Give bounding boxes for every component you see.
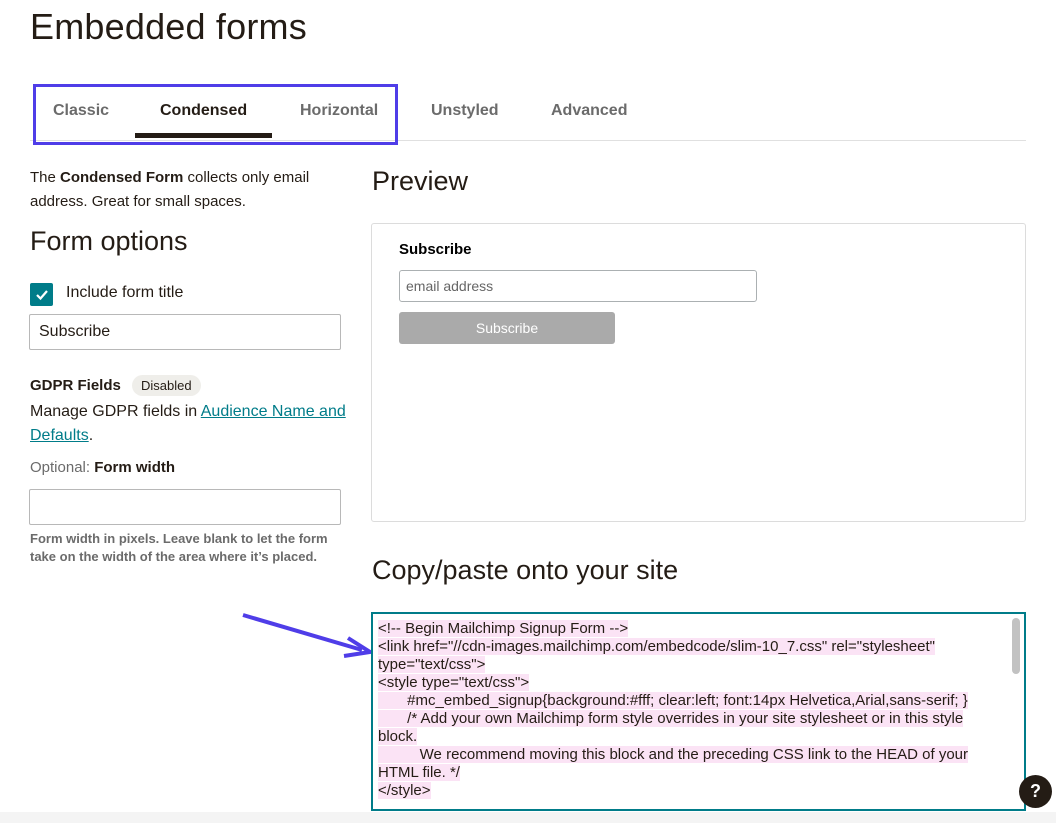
tab-unstyled[interactable]: Unstyled <box>431 102 499 120</box>
gdpr-description: Manage GDPR fields in Audience Name and … <box>30 400 350 448</box>
checkmark-icon <box>35 289 48 300</box>
preview-subscribe-button[interactable]: Subscribe <box>399 312 615 344</box>
code-scrollbar[interactable] <box>1012 618 1020 674</box>
embed-heading: Copy/paste onto your site <box>372 555 679 585</box>
gdpr-text-prefix: Manage GDPR fields in <box>30 403 201 420</box>
tab-advanced[interactable]: Advanced <box>551 102 627 120</box>
optional-prefix: Optional: <box>30 459 95 476</box>
code-line: <link href="//cdn-images.mailchimp.com/e… <box>378 638 935 673</box>
gdpr-fields-label: GDPR Fields <box>30 377 121 394</box>
include-title-checkbox[interactable] <box>30 283 53 306</box>
code-line: <style type="text/css"> <box>378 674 530 691</box>
preview-heading: Preview <box>372 166 469 196</box>
form-description: The Condensed Form collects only email a… <box>30 166 350 214</box>
form-options-heading: Form options <box>30 226 188 256</box>
footer-band <box>0 812 1056 823</box>
code-line: <!-- Begin Mailchimp Signup Form --> <box>378 620 629 637</box>
description-prefix: The <box>30 169 61 186</box>
page-title: Embedded forms <box>30 6 307 47</box>
preview-email-input[interactable]: email address <box>399 270 757 302</box>
form-width-title: Form width <box>94 459 176 476</box>
gdpr-status-badge: Disabled <box>132 375 201 396</box>
include-title-label: Include form title <box>66 284 184 301</box>
preview-panel: Subscribe email address Subscribe <box>371 223 1026 522</box>
code-line: #mc_embed_signup{background:#fff; clear:… <box>378 692 968 709</box>
gdpr-text-suffix: . <box>88 427 94 444</box>
form-width-help: Form width in pixels. Leave blank to let… <box>30 531 328 564</box>
preview-form-title: Subscribe <box>399 241 472 258</box>
annotation-highlight-box <box>33 84 398 145</box>
annotation-arrow-icon <box>242 613 375 658</box>
form-title-input[interactable]: Subscribe <box>29 314 341 350</box>
code-line: We recommend moving this block and the p… <box>378 746 968 781</box>
embed-code-textarea[interactable]: <!-- Begin Mailchimp Signup Form --> <li… <box>371 612 1026 811</box>
code-line: </style> <box>378 782 431 799</box>
help-button[interactable]: ? <box>1019 775 1052 808</box>
embed-code-content: <!-- Begin Mailchimp Signup Form --> <li… <box>378 620 1006 800</box>
description-bold: Condensed Form <box>60 169 184 186</box>
form-width-input[interactable] <box>29 489 341 525</box>
form-width-label: Optional: Form width <box>30 459 175 476</box>
code-line: /* Add your own Mailchimp form style ove… <box>378 710 964 745</box>
